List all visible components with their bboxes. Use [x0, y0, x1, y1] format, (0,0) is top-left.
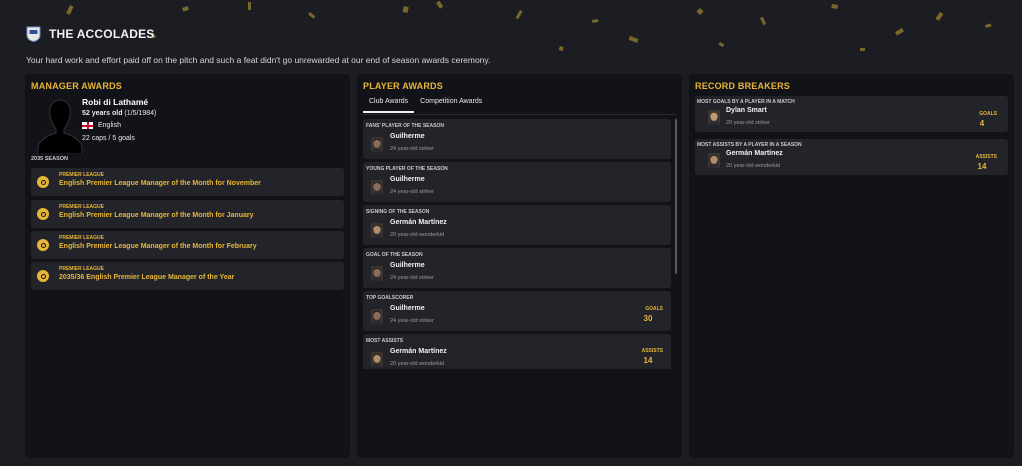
player-awards-list[interactable]: FANS' PLAYER OF THE SEASON Guilherme 24 … — [363, 119, 673, 369]
manager-awards-panel: MANAGER AWARDS Robi di Lathamé 52 years … — [25, 74, 350, 458]
record-breakers-panel: RECORD BREAKERS MOST GOALS BY A PLAYER I… — [689, 74, 1014, 458]
player-awards-scrollbar[interactable] — [675, 119, 677, 274]
manager-awards-title: MANAGER AWARDS — [31, 81, 122, 91]
manager-name[interactable]: Robi di Lathamé — [82, 97, 148, 107]
player-face-icon — [371, 352, 383, 367]
trophy-icon — [37, 208, 49, 220]
record-breakers-title: RECORD BREAKERS — [695, 81, 791, 91]
stat-value: 30 — [643, 314, 653, 323]
trophy-icon — [37, 176, 49, 188]
player-face-icon — [708, 110, 720, 125]
trophy-icon — [37, 270, 49, 282]
manager-caps: 22 caps / 5 goals — [82, 135, 135, 142]
tab-competition-awards[interactable]: Competition Awards — [414, 96, 488, 113]
player-awards-tabs: Club Awards Competition Awards — [363, 96, 488, 113]
tab-divider — [363, 114, 676, 115]
stat-value: 4 — [979, 119, 985, 128]
manager-award-row[interactable]: PREMIER LEAGUE English Premier League Ma… — [31, 231, 344, 259]
record-row[interactable]: MOST GOALS BY A PLAYER IN A MATCH Dylan … — [695, 96, 1008, 132]
manager-nationality: English — [82, 122, 121, 129]
player-face-icon — [371, 309, 383, 324]
page-title: THE ACCOLADES — [49, 27, 155, 41]
player-face-icon — [708, 153, 720, 168]
page-header: THE ACCOLADES — [26, 26, 155, 42]
player-awards-panel: PLAYER AWARDS Club Awards Competition Aw… — [357, 74, 682, 458]
manager-silhouette-icon — [37, 99, 83, 154]
player-awards-title: PLAYER AWARDS — [363, 81, 443, 91]
record-row[interactable]: MOST ASSISTS BY A PLAYER IN A SEASON Ger… — [695, 139, 1008, 175]
manager-award-row[interactable]: PREMIER LEAGUE English Premier League Ma… — [31, 168, 344, 196]
player-award-row[interactable]: YOUNG PLAYER OF THE SEASON Guilherme 24 … — [363, 162, 671, 202]
player-award-row[interactable]: GOAL OF THE SEASON Guilherme 24 year-old… — [363, 248, 671, 288]
player-award-row[interactable]: FANS' PLAYER OF THE SEASON Guilherme 24 … — [363, 119, 671, 159]
club-badge-icon — [26, 26, 41, 42]
player-face-icon — [371, 180, 383, 195]
stat-value: 14 — [643, 356, 653, 365]
trophy-icon — [37, 239, 49, 251]
manager-award-row[interactable]: PREMIER LEAGUE English Premier League Ma… — [31, 200, 344, 228]
stat-label: ASSISTS — [641, 348, 663, 354]
player-face-icon — [371, 223, 383, 238]
manager-award-row[interactable]: PREMIER LEAGUE 2035/36 English Premier L… — [31, 262, 344, 290]
tab-club-awards[interactable]: Club Awards — [363, 96, 415, 113]
stat-label: GOALS — [645, 306, 663, 312]
player-face-icon — [371, 266, 383, 281]
page-subtitle: Your hard work and effort paid off on th… — [26, 55, 491, 65]
stat-value: 14 — [977, 162, 987, 171]
player-face-icon — [371, 137, 383, 152]
season-label: 2035 SEASON — [31, 156, 68, 162]
player-award-row[interactable]: SIGNING OF THE SEASON Germán Martínez 20… — [363, 205, 671, 245]
manager-age: 52 years old (1/5/1984) — [82, 110, 157, 117]
stat-label: GOALS — [979, 111, 997, 117]
england-flag-icon — [82, 122, 93, 129]
player-award-row[interactable]: MOST ASSISTS Germán Martínez 20 year-old… — [363, 334, 671, 369]
player-award-row[interactable]: TOP GOALSCORER Guilherme 24 year-old str… — [363, 291, 671, 331]
stat-label: ASSISTS — [975, 154, 997, 160]
